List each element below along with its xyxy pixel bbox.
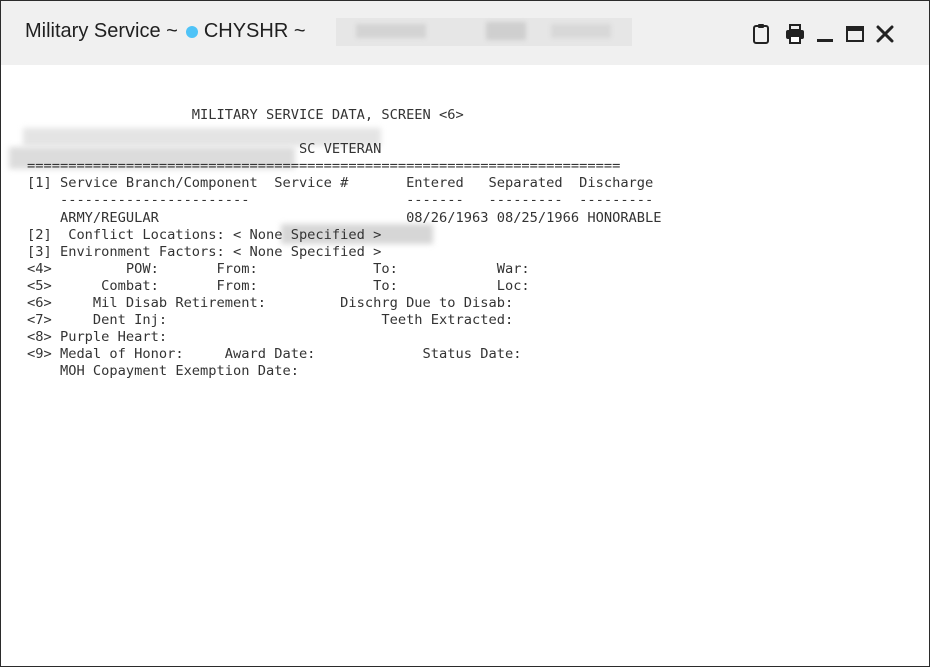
title-prefix: Military Service ~ xyxy=(25,20,178,42)
moh-copayment-row: MOH Copayment Exemption Date: xyxy=(27,363,299,380)
minimize-icon[interactable] xyxy=(813,22,837,46)
window-title: Military Service ~ CHYSHR ~ xyxy=(25,20,306,43)
military-service-window: Military Service ~ CHYSHR ~ MILITARY SER… xyxy=(0,0,930,667)
pow-row: <4> POW: From: To: War: xyxy=(27,260,530,277)
maximize-icon[interactable] xyxy=(843,22,867,46)
service-header-underline: ----------------------- ------- --------… xyxy=(27,192,654,209)
print-icon[interactable] xyxy=(783,22,807,46)
close-icon[interactable] xyxy=(873,22,897,46)
dent-inj-row: <7> Dent Inj: Teeth Extracted: xyxy=(27,312,514,329)
purple-heart-row: <8> Purple Heart: xyxy=(27,329,168,346)
title-bar: Military Service ~ CHYSHR ~ xyxy=(1,1,929,65)
redacted-title-field xyxy=(336,18,632,46)
conflict-locations-row: [2] Conflict Locations: < None Specified… xyxy=(27,226,382,243)
service-data-row: ARMY/REGULAR 08/26/1963 08/25/1966 HONOR… xyxy=(27,209,662,226)
mil-disab-row: <6> Mil Disab Retirement: Dischrg Due to… xyxy=(27,295,514,312)
status-dot-icon xyxy=(185,25,198,38)
service-header-row: [1] Service Branch/Component Service # E… xyxy=(27,175,654,192)
clipboard-icon[interactable] xyxy=(749,22,773,46)
title-patient: CHYSHR ~ xyxy=(203,20,306,42)
medal-of-honor-row: <9> Medal of Honor: Award Date: Status D… xyxy=(27,346,522,363)
combat-row: <5> Combat: From: To: Loc: xyxy=(27,277,530,294)
environment-factors-row: [3] Environment Factors: < None Specifie… xyxy=(27,243,382,260)
report-heading: MILITARY SERVICE DATA, SCREEN <6> xyxy=(27,107,464,123)
military-service-report: MILITARY SERVICE DATA, SCREEN <6> SC VET… xyxy=(27,107,662,381)
sc-veteran-label: SC VETERAN xyxy=(27,141,382,158)
report-content: MILITARY SERVICE DATA, SCREEN <6> SC VET… xyxy=(1,65,929,666)
separator-line: ========================================… xyxy=(27,158,621,175)
